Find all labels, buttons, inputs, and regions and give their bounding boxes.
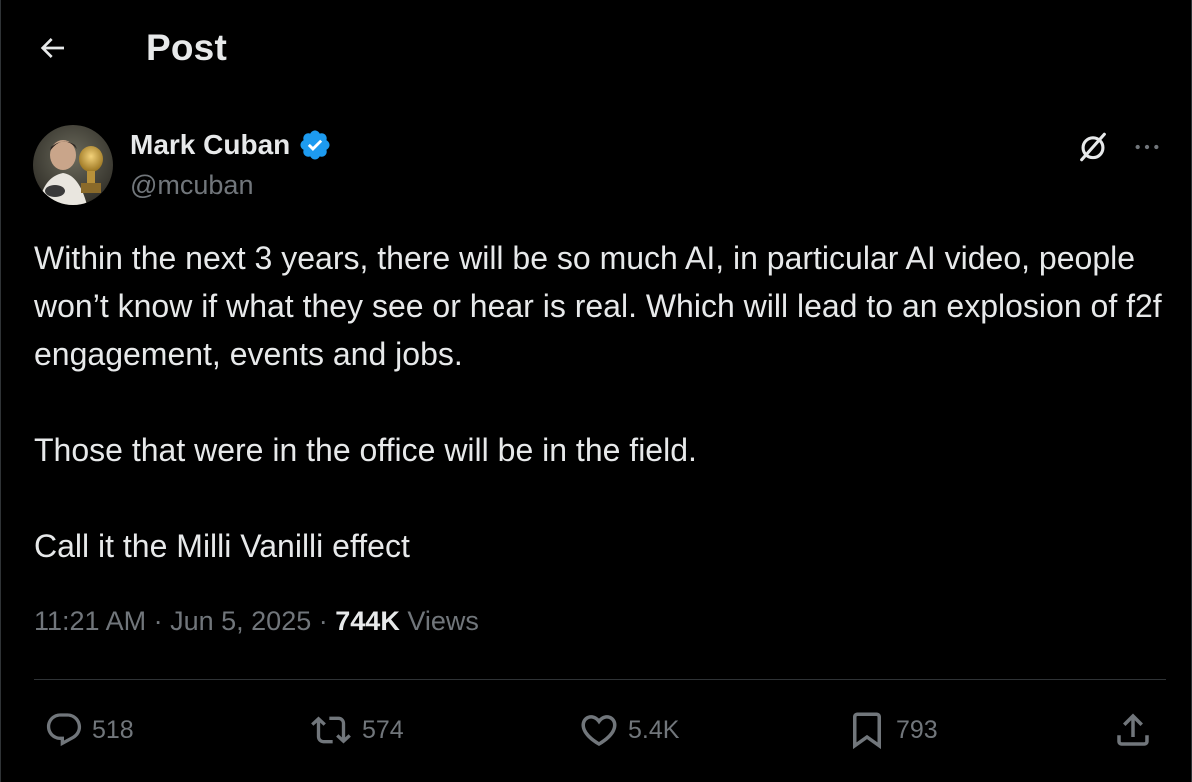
like-count: 5.4K (628, 715, 680, 744)
share-button[interactable] (1112, 700, 1154, 760)
post-paragraph: Within the next 3 years, there will be s… (34, 240, 1162, 372)
repost-button[interactable]: 574 (308, 700, 404, 760)
author-handle[interactable]: @mcuban (130, 170, 253, 201)
heart-icon (581, 715, 617, 747)
author-name-row: Mark Cuban (130, 128, 332, 162)
avatar[interactable] (33, 125, 113, 205)
arrow-left-icon (40, 38, 64, 58)
reply-bubble-icon (46, 713, 82, 747)
post-time[interactable]: 11:21 AM (34, 606, 146, 636)
grok-button[interactable] (1072, 126, 1114, 168)
author-display-name[interactable]: Mark Cuban (130, 129, 290, 161)
share-upload-icon (1117, 713, 1149, 746)
repost-count: 574 (362, 715, 404, 744)
post-paragraph: Call it the Milli Vanilli effect (34, 528, 410, 564)
bookmark-icon (853, 712, 881, 750)
grok-icon (1080, 132, 1106, 162)
verified-badge-icon[interactable] (298, 128, 332, 162)
like-button[interactable]: 5.4K (578, 700, 679, 760)
views-count[interactable]: 744K (335, 606, 400, 636)
meta-separator: · (318, 606, 328, 636)
reply-button[interactable]: 518 (44, 700, 134, 760)
bookmark-button[interactable]: 793 (846, 700, 938, 760)
views-label: Views (407, 606, 479, 636)
left-border (0, 0, 1, 782)
back-button[interactable] (30, 30, 74, 66)
divider (34, 679, 1166, 680)
more-dots-icon (1135, 144, 1159, 150)
repost-arrows-icon (311, 716, 351, 744)
bookmark-count: 793 (896, 715, 938, 744)
action-bar: 518 574 5.4K 793 (0, 700, 1192, 760)
post-date[interactable]: Jun 5, 2025 (170, 606, 311, 636)
post-meta: 11:21 AM · Jun 5, 2025 · 744K Views (34, 606, 479, 637)
meta-separator: · (153, 606, 163, 636)
reply-count: 518 (92, 715, 134, 744)
more-options-button[interactable] (1126, 126, 1168, 168)
post-header: Post (0, 0, 1192, 96)
page-title: Post (146, 27, 227, 68)
post-paragraph: Those that were in the office will be in… (34, 432, 697, 468)
post-text: Within the next 3 years, there will be s… (34, 234, 1164, 570)
